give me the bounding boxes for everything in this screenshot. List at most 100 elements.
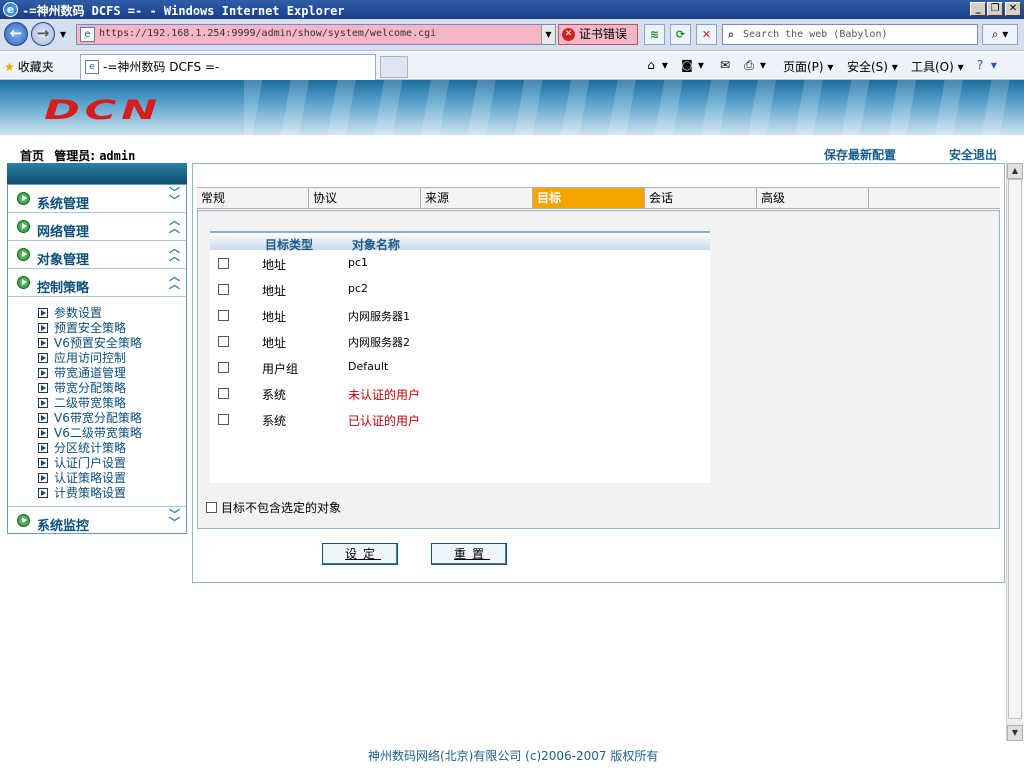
close-window-button[interactable]: ✕ xyxy=(1005,2,1021,16)
tab-general[interactable]: 常规 xyxy=(197,188,309,208)
browser-tab-title: -=神州数码 DCFS =- xyxy=(103,60,220,74)
minimize-button[interactable]: _ xyxy=(970,2,986,16)
row-checkbox[interactable] xyxy=(218,362,229,373)
row-object-name: 内网服务器2 xyxy=(348,336,410,349)
arrow-box-icon xyxy=(38,383,48,393)
row-checkbox[interactable] xyxy=(218,310,229,321)
sidebar-item-label: 预置安全策略 xyxy=(54,321,127,335)
sidebar-item-label: 带宽分配策略 xyxy=(54,381,127,395)
feeds-button[interactable]: ◙ ▾ xyxy=(680,58,704,72)
print-button[interactable]: ⎙ ▾ xyxy=(742,58,766,73)
exclude-selected-option[interactable]: 目标不包含选定的对象 xyxy=(206,499,341,516)
tools-menu[interactable]: 工具(O) ▾ xyxy=(911,58,964,75)
row-checkbox[interactable] xyxy=(218,258,229,269)
row-checkbox[interactable] xyxy=(218,414,229,425)
browser-tab[interactable]: e -=神州数码 DCFS =- xyxy=(80,54,376,80)
stop-icon[interactable]: ✕ xyxy=(696,24,717,45)
header-breadcrumb: 首页 管理员: admin xyxy=(20,147,135,164)
certificate-error-button[interactable]: ✕ 证书错误 xyxy=(558,24,638,45)
safety-menu[interactable]: 安全(S) ▾ xyxy=(847,58,898,75)
sidebar-item-label: 认证策略设置 xyxy=(54,471,127,485)
table-row: 用户组 Default xyxy=(210,354,710,380)
row-type: 地址 xyxy=(262,336,287,350)
scroll-down-icon[interactable]: ▼ xyxy=(1007,725,1023,741)
tab-source[interactable]: 来源 xyxy=(421,188,533,208)
exclude-checkbox[interactable] xyxy=(206,502,217,513)
home-icon: ⌂ xyxy=(647,58,655,72)
sidebar-menu-network[interactable]: 网络管理 ︿ ︿ xyxy=(8,213,186,241)
arrow-box-icon xyxy=(38,338,48,348)
mail-button[interactable]: ✉ xyxy=(718,58,732,72)
table-header: 目标类型 对象名称 xyxy=(210,231,710,252)
content-panel: 常规 协议 来源 目标 会话 高级 目标类型 对象名称 地址 pc1 地址 pc… xyxy=(192,163,1005,583)
search-input[interactable]: ⌕ Search the web (Babylon) xyxy=(722,24,978,45)
admin-label: 管理员: xyxy=(54,149,96,163)
help-button[interactable]: ? ▾ xyxy=(973,58,997,72)
arrow-box-icon xyxy=(38,323,48,333)
vertical-scrollbar[interactable]: ▲ ▼ xyxy=(1006,163,1023,741)
sidebar-menu-policy[interactable]: 控制策略 ︿ ︿ xyxy=(8,269,186,297)
play-circle-icon xyxy=(17,220,30,233)
table-row: 系统 未认证的用户 xyxy=(210,380,710,406)
sidebar-item-label: V6二级带宽策略 xyxy=(54,426,142,440)
favorites-button[interactable]: ★ 收藏夹 xyxy=(4,58,54,75)
arrow-box-icon xyxy=(38,443,48,453)
row-checkbox[interactable] xyxy=(218,284,229,295)
search-go-button[interactable]: ⌕ ▾ xyxy=(982,24,1018,45)
reset-button[interactable]: 重置 xyxy=(431,543,507,565)
address-dropdown-icon[interactable]: ▼ xyxy=(541,25,555,44)
restore-button[interactable]: ❐ xyxy=(987,2,1003,16)
address-bar[interactable]: e https://192.168.1.254:9999/admin/show/… xyxy=(76,24,556,45)
table-row: 地址 内网服务器1 xyxy=(210,302,710,328)
table-row: 地址 内网服务器2 xyxy=(210,328,710,354)
address-url[interactable]: https://192.168.1.254:9999/admin/show/sy… xyxy=(99,28,436,39)
sidebar-menu-objects[interactable]: 对象管理 ︿ ︿ xyxy=(8,241,186,269)
star-icon: ★ xyxy=(4,60,15,74)
help-icon: ? xyxy=(976,58,984,72)
chevron-up-icon: ︿ ︿ xyxy=(169,214,180,235)
row-type: 地址 xyxy=(262,258,287,272)
set-button[interactable]: 设定 xyxy=(322,543,398,565)
page-menu-label: 页面(P) xyxy=(783,60,824,74)
new-tab-button[interactable] xyxy=(380,56,408,78)
table-row: 地址 pc1 xyxy=(210,250,710,276)
scroll-thumb[interactable] xyxy=(1008,179,1022,719)
safety-menu-label: 安全(S) xyxy=(847,60,888,74)
play-circle-icon xyxy=(17,276,30,289)
tab-destination[interactable]: 目标 xyxy=(533,188,645,208)
sidebar-item-label: 计费策略设置 xyxy=(54,486,127,500)
printer-icon: ⎙ xyxy=(744,58,754,72)
row-checkbox[interactable] xyxy=(218,388,229,399)
tools-menu-label: 工具(O) xyxy=(911,60,954,74)
chevron-up-icon: ︿ ︿ xyxy=(169,270,180,291)
save-config-link[interactable]: 保存最新配置 xyxy=(824,146,896,163)
play-circle-icon xyxy=(17,248,30,261)
admin-name: admin xyxy=(99,149,136,163)
scroll-up-icon[interactable]: ▲ xyxy=(1007,163,1023,179)
history-dropdown-icon[interactable]: ▼ xyxy=(60,30,66,39)
window-title: -=神州数码 DCFS =- - Windows Internet Explor… xyxy=(22,4,345,18)
row-checkbox[interactable] xyxy=(218,336,229,347)
sidebar-item-label: 参数设置 xyxy=(54,306,103,320)
sidebar-menu-monitor[interactable]: 系统监控 ﹀ ﹀ xyxy=(8,506,186,534)
tab-advanced[interactable]: 高级 xyxy=(757,188,869,208)
home-button[interactable]: ⌂ ▾ xyxy=(644,58,668,72)
logout-link[interactable]: 安全退出 xyxy=(949,146,997,163)
sidebar-item-label: 二级带宽策略 xyxy=(54,396,127,410)
row-object-name: 内网服务器1 xyxy=(348,310,410,323)
page-menu[interactable]: 页面(P) ▾ xyxy=(783,58,833,75)
tab-session[interactable]: 会话 xyxy=(645,188,757,208)
table-row: 地址 pc2 xyxy=(210,276,710,302)
sidebar-item-billing-policy[interactable]: 计费策略设置 xyxy=(38,484,126,501)
sidebar-header xyxy=(7,163,187,184)
arrow-box-icon xyxy=(38,488,48,498)
chevron-down-icon: ﹀ ﹀ xyxy=(169,508,180,529)
forward-button[interactable]: → xyxy=(31,22,55,46)
home-link[interactable]: 首页 xyxy=(20,149,44,163)
back-button[interactable]: ← xyxy=(4,22,28,46)
sidebar-menu-system[interactable]: 系统管理 ﹀ ﹀ xyxy=(8,185,186,213)
tab-protocol[interactable]: 协议 xyxy=(309,188,421,208)
row-type: 地址 xyxy=(262,310,287,324)
compatibility-view-icon[interactable]: ≋ xyxy=(644,24,665,45)
refresh-icon[interactable]: ⟳ xyxy=(670,24,691,45)
